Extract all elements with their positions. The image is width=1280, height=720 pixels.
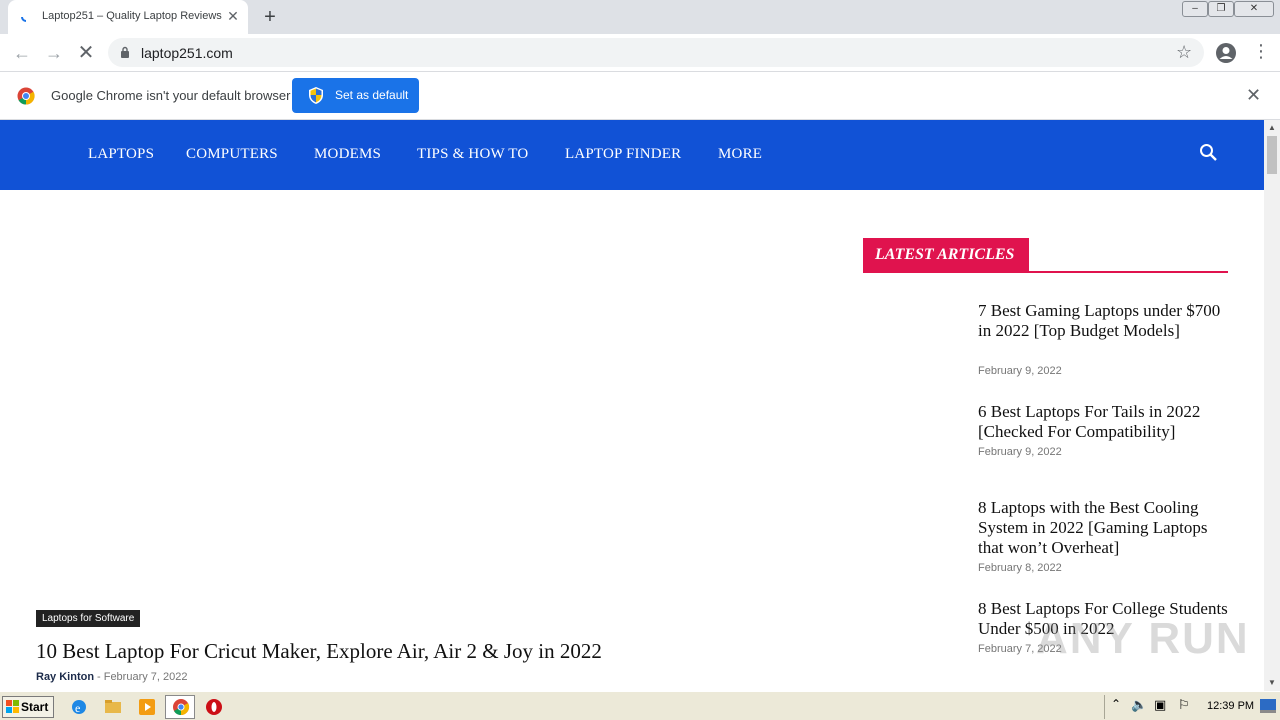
address-bar[interactable]: laptop251.com ☆ (108, 38, 1204, 67)
scroll-up-icon[interactable]: ▲ (1268, 123, 1276, 132)
media-player-icon[interactable] (138, 698, 156, 716)
action-center-flag-icon[interactable]: ⚐ (1178, 697, 1190, 713)
minimize-button[interactable]: – (1182, 1, 1208, 17)
chrome-logo-icon (17, 87, 35, 105)
tray-expand-icon[interactable]: ⌃ (1111, 697, 1121, 711)
stop-loading-icon[interactable]: ✕ (73, 40, 99, 66)
sidebar-article-date: February 9, 2022 (978, 365, 1062, 377)
new-tab-button[interactable]: + (259, 6, 281, 28)
browser-tab[interactable]: Laptop251 – Quality Laptop Reviews ✕ (8, 0, 248, 34)
tab-close-icon[interactable]: ✕ (224, 7, 242, 25)
nav-computers[interactable]: COMPUTERS (186, 146, 278, 163)
bookmark-star-icon[interactable]: ☆ (1176, 42, 1192, 63)
site-nav-bar: LAPTOPS COMPUTERS MODEMS TIPS & HOW TO L… (0, 120, 1264, 190)
tab-strip: Laptop251 – Quality Laptop Reviews ✕ + –… (0, 0, 1280, 34)
start-button[interactable]: Start (2, 696, 54, 718)
opera-icon[interactable] (205, 698, 223, 716)
set-as-default-button[interactable]: Set as default (292, 78, 419, 113)
browser-toolbar: ← → ✕ laptop251.com ☆ ⋮ (0, 34, 1280, 72)
sidebar-article-date: February 9, 2022 (978, 446, 1062, 458)
internet-explorer-icon[interactable]: e (70, 698, 88, 716)
sidebar-article-title[interactable]: 7 Best Gaming Laptops under $700 in 2022… (978, 301, 1228, 341)
taskbar-chrome-button[interactable] (165, 695, 195, 719)
restore-button[interactable]: ❐ (1208, 1, 1234, 17)
back-arrow-icon[interactable]: ← (9, 40, 35, 66)
file-explorer-icon[interactable] (104, 698, 122, 716)
svg-text:e: e (75, 701, 80, 715)
featured-article-title[interactable]: 10 Best Laptop For Cricut Maker, Explore… (36, 639, 602, 664)
taskbar: Start e ⌃ 🔈 ▣ ⚐ 12:39 PM (0, 691, 1280, 720)
uac-shield-icon (309, 87, 323, 104)
windows-flag-icon (6, 700, 19, 713)
profile-icon[interactable] (1215, 42, 1237, 64)
category-badge[interactable]: Laptops for Software (36, 610, 141, 627)
heading-underline (863, 271, 1228, 273)
article-author[interactable]: Ray Kinton (36, 671, 94, 683)
page-scrollbar[interactable]: ▲ ▼ (1264, 120, 1280, 691)
nav-more[interactable]: MORE (718, 146, 762, 163)
volume-icon[interactable]: 🔈 (1131, 697, 1147, 713)
forward-arrow-icon[interactable]: → (41, 40, 67, 66)
lock-icon (121, 46, 129, 58)
infobar-message: Google Chrome isn't your default browser (51, 88, 291, 103)
default-browser-infobar: Google Chrome isn't your default browser… (0, 72, 1280, 120)
show-desktop-icon[interactable] (1260, 699, 1276, 713)
tab-title: Laptop251 – Quality Laptop Reviews (42, 10, 222, 22)
start-label: Start (21, 700, 49, 714)
watermark: ANY RUN (1036, 614, 1250, 663)
chrome-icon (173, 699, 190, 716)
search-icon[interactable] (1199, 143, 1219, 163)
set-as-default-label: Set as default (335, 88, 409, 102)
nav-modems[interactable]: MODEMS (314, 146, 381, 163)
nav-laptops[interactable]: LAPTOPS (88, 146, 154, 163)
loading-spinner-icon (21, 16, 27, 22)
latest-articles-heading: LATEST ARTICLES (863, 238, 1029, 272)
scroll-thumb[interactable] (1267, 136, 1277, 174)
nav-laptop-finder[interactable]: LAPTOP FINDER (565, 146, 681, 163)
taskbar-clock[interactable]: 12:39 PM (1207, 700, 1254, 712)
sidebar-article-title[interactable]: 8 Laptops with the Best Cooling System i… (978, 498, 1228, 558)
url-text: laptop251.com (141, 45, 233, 61)
close-window-button[interactable]: ✕ (1234, 1, 1274, 17)
sidebar-article-date: February 8, 2022 (978, 562, 1062, 574)
network-icon[interactable]: ▣ (1154, 697, 1166, 713)
nav-tips-how-to[interactable]: TIPS & HOW TO (417, 146, 528, 163)
infobar-close-icon[interactable]: ✕ (1246, 85, 1261, 106)
article-date: - February 7, 2022 (97, 671, 188, 683)
menu-kebab-icon[interactable]: ⋮ (1252, 41, 1270, 62)
scroll-down-icon[interactable]: ▼ (1268, 678, 1276, 687)
sidebar-article-title[interactable]: 6 Best Laptops For Tails in 2022 [Checke… (978, 402, 1228, 442)
